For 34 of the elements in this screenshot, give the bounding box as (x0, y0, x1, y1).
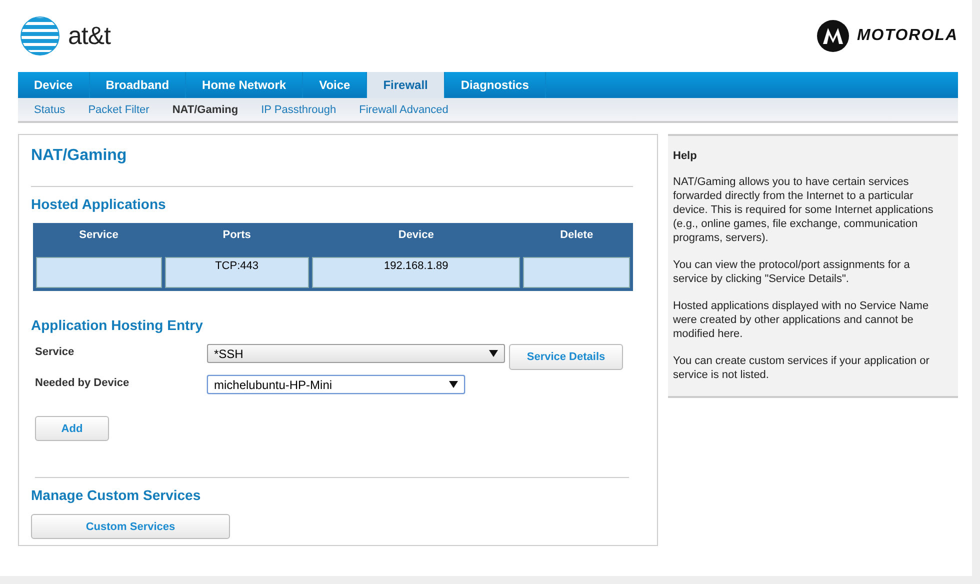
add-button[interactable]: Add (35, 416, 109, 441)
table-cell: 192.168.1.89 (312, 257, 520, 288)
help-paragraph: You can create custom services if your application or service is not listed. (673, 354, 930, 382)
batwing-logo-icon (816, 20, 849, 52)
service-details-button[interactable]: Service Details (509, 344, 623, 370)
subnav-link[interactable]: NAT/Gaming (172, 104, 238, 116)
column-header: Device (397, 228, 435, 243)
help-title: Help (673, 150, 698, 162)
subnav-link[interactable]: Firewall Advanced (359, 104, 448, 116)
section-title: Application Hosting Entry (31, 317, 204, 333)
brand-logo-text: at&t (68, 22, 110, 50)
help-paragraph: NAT/Gaming allows you to have certain services forwarded directly from the Internet to a particular device. This is required for some Internet applications (e.g., online games, file exchange, communication programs, servers). (673, 175, 934, 245)
brand-logo-text: MOTOROLA (856, 27, 958, 45)
help-paragraph: You can view the protocol/port assignments for a service by clicking "Service Details". (673, 258, 911, 286)
subnav-link[interactable]: Status (34, 104, 66, 116)
dropdown-field[interactable]: michelubuntu-HP-Mini (207, 375, 465, 394)
page-title: NAT/Gaming (31, 147, 128, 165)
section-title: Manage Custom Services (31, 487, 202, 503)
nav-tab[interactable]: Firewall (367, 72, 445, 98)
table-cell: TCP:443 (164, 257, 310, 288)
field-label: Needed by Device (35, 376, 130, 389)
help-paragraph: Hosted applications displayed with no Service Name were created by other applications and cannot be modified here. (673, 299, 930, 341)
section-title: Hosted Applications (31, 196, 167, 212)
column-header: Ports (222, 228, 252, 243)
column-header: Service (78, 228, 120, 243)
field-label: Service (35, 345, 76, 358)
globe-logo-icon (20, 16, 60, 56)
dropdown-caret-icon (449, 381, 458, 388)
subnav-link[interactable]: IP Passthrough (261, 104, 336, 116)
dropdown-field[interactable]: *SSH (207, 344, 505, 363)
subnav-link[interactable]: Packet Filter (88, 104, 150, 116)
custom-services-button[interactable]: Custom Services (31, 514, 230, 539)
column-header: Delete (559, 228, 594, 243)
dropdown-caret-icon (489, 350, 498, 357)
